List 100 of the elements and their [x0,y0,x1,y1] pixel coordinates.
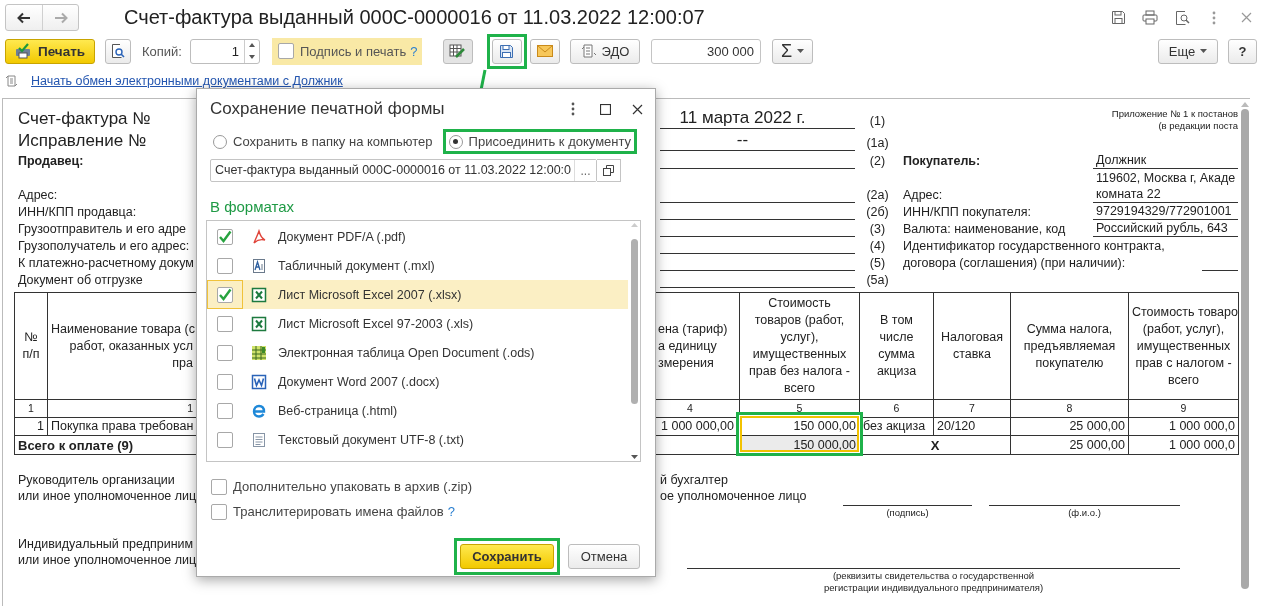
spreadsheet-icon [251,344,267,361]
checkbox[interactable] [211,503,227,520]
certificate-caption: (реквизиты свидетельства о государственной регистрации индивидуального предпринимателя) [822,569,1045,594]
checkbox[interactable] [217,228,233,245]
sign-and-print-option[interactable]: Подпись и печать ? [272,37,422,65]
edit-table-button[interactable] [443,38,473,64]
table-edit-icon [449,43,467,59]
pdf-icon [251,228,267,245]
checkbox[interactable] [278,43,294,59]
column-header: Стоимость товаро (работ, услуг), имущественных прав с налогом - всего [1128,292,1239,400]
checkbox[interactable] [217,315,233,332]
line-code: (2а) [866,187,889,203]
checkbox[interactable] [217,344,233,361]
dialog-title: Сохранение печатной формы [210,99,445,119]
field-label: Адрес: [17,187,58,203]
spin-up-icon[interactable] [249,43,255,48]
scrollbar-thumb[interactable] [630,238,638,404]
open-button[interactable] [597,159,621,182]
field-value: Российский рубль, 643 [1096,220,1228,236]
option-label: Подпись и печать ? [300,43,418,59]
format-list-item[interactable]: Лист Microsoft Excel 2007 (.xlsx) [207,280,628,309]
radio-button[interactable] [448,134,463,149]
format-list-item[interactable]: Документ PDF/A (.pdf) [207,222,628,251]
table-cell: 25 000,00 [1010,417,1129,436]
signature-label: ое уполномоченное лицо [660,488,807,504]
excel-icon [251,315,267,332]
line-code: (5а) [866,272,889,288]
signature-label: й бухгалтер [660,472,728,488]
checkbox[interactable] [217,402,233,419]
column-header: Стоимость товаров (работ, услуг), имущественных прав без налога - всего [739,292,860,400]
exchange-link[interactable]: Начать обмен электронными документами с Должник [31,74,343,88]
caret-icon [797,49,805,53]
email-button[interactable] [530,38,560,64]
caret-icon [1200,49,1208,53]
envelope-icon [537,45,553,57]
field-value: 119602, Москва г, Акаде [1096,170,1236,186]
cancel-button[interactable]: Отмена [568,544,640,569]
amount-field[interactable]: 300 000 [651,38,761,64]
scroll-down-icon[interactable] [630,455,638,459]
edo-button[interactable]: ЭДО [570,38,640,64]
checkbox[interactable] [217,373,233,390]
line-code: (1) [869,113,886,129]
signature-label: Руководитель организации [18,472,175,488]
format-label: Веб-страница (.html) [278,403,398,418]
signature-caption: (подпись) [885,506,930,519]
checkbox[interactable] [217,257,233,274]
printer-icon [14,43,33,59]
preview-button[interactable] [105,38,131,64]
line-code: (4) [869,238,886,254]
help-button[interactable]: ? [1228,38,1257,64]
field-label: Грузополучатель и его адрес: [17,238,190,254]
format-label: Табличный документ (.mxl) [278,258,435,273]
format-label: Документ PDF/A (.pdf) [278,229,406,244]
field-label: Продавец: [17,153,84,169]
checkbox[interactable] [217,286,233,303]
column-number: 7 [933,399,1011,418]
print-button[interactable]: Печать [5,38,95,64]
print-icon[interactable] [1140,7,1160,28]
copies-field[interactable]: 1 [190,38,260,64]
option-label: Дополнительно упаковать в архив (.zip) [233,479,473,494]
text-document-icon [251,431,267,448]
column-header: Налоговая ставка [933,292,1011,400]
checkbox[interactable] [211,478,227,495]
radio-label: Присоединить к документу [468,134,632,149]
spin-down-icon[interactable] [249,54,255,59]
column-header: В том числе сумма акциза [859,292,934,400]
radio-button[interactable] [213,134,227,149]
save-icon [499,43,515,59]
field-value: 9729194329/772901001 [1096,203,1232,219]
file-name-field[interactable]: Счет-фактура выданный 000С-0000016 от 11.03.2022 12:00:0 ... [210,159,597,182]
format-label: Документ Word 2007 (.docx) [278,374,440,389]
scroll-up-icon[interactable] [630,223,638,227]
back-arrow-icon [17,11,31,24]
field-label: Идентификатор государственного контракта, [902,238,1165,254]
radio-label: Сохранить в папку на компьютер [233,134,433,149]
note-text: Приложение № 1 к постанов [1111,108,1238,120]
field-value: Должник [1096,152,1147,168]
format-label: Лист Microsoft Excel 97-2003 (.xls) [278,316,474,331]
format-list-item[interactable]: Табличный документ (.mxl) [207,251,628,280]
table-cell: 1 000 000,0 [1128,435,1239,455]
exchange-icon [5,75,18,87]
checkbox[interactable] [217,431,233,448]
sum-button[interactable]: Σ [772,38,813,64]
field-label: Покупатель: [902,153,981,169]
column-header: № п/п [14,292,48,400]
preview-icon [111,43,125,59]
field-label: Документ об отгрузке [17,272,143,288]
save-button[interactable]: Сохранить [460,544,554,569]
table-cell: 1 000 000,0 [1128,417,1239,436]
format-label: Электронная таблица Open Document (.ods) [278,345,535,360]
word-icon [251,373,267,390]
field-label: Адрес: [902,187,943,203]
line-code: (5) [869,255,886,271]
forward-arrow-icon [53,11,68,24]
more-button[interactable]: Еще [1158,38,1218,64]
field-label: Валюта: наименование, код [902,221,1066,237]
scrollbar-thumb[interactable] [1241,109,1249,589]
scroll-up-icon[interactable] [1241,102,1249,107]
choose-button[interactable]: ... [574,160,596,181]
line-code: (2б) [866,204,889,220]
